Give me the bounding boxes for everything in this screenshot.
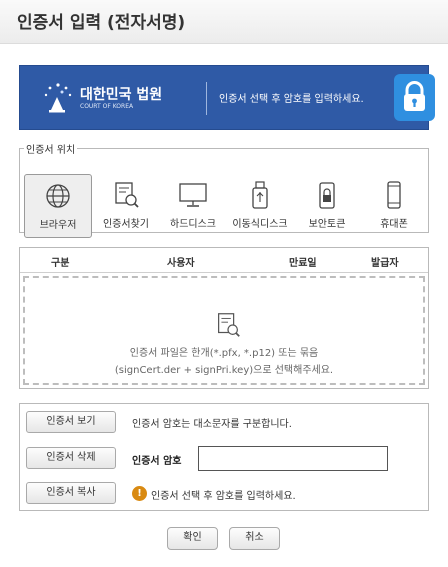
delete-certificate-button[interactable]: 인증서 삭제 [26,447,116,469]
monitor-icon [179,183,207,207]
copy-certificate-button[interactable]: 인증서 복사 [26,482,116,504]
certificate-search-icon [218,313,240,337]
column-header-user[interactable]: 사용자 [167,254,195,269]
location-removable-disk[interactable]: 이동식디스크 [226,174,294,238]
certificate-drop-zone[interactable]: 인증서 파일은 한개(*.pfx, *.p12) 또는 묶음 (signCert… [23,276,425,385]
window-title: 인증서 입력 (전자서명) [17,13,186,33]
lock-icon [394,74,435,121]
view-certificate-button[interactable]: 인증서 보기 [26,411,116,433]
certificate-list[interactable]: 구분 사용자 만료일 발급자 인증서 파일은 한개(*.pfx, *.p12) … [19,247,429,389]
column-header-expiry[interactable]: 만료일 [289,254,317,269]
ok-button[interactable]: 확인 [167,527,218,550]
password-label: 인증서 암호 [132,456,182,467]
mobile-phone-icon [387,181,401,209]
drop-hint-line2: (signCert.der + signPri.key)으로 선택해주세요. [114,365,334,376]
warning-icon: ! [132,486,147,501]
certificate-search-icon [115,182,139,208]
certificate-actions-panel: 인증서 보기 인증서 암호는 대소문자를 구분합니다. 인증서 삭제 인증서 암… [19,403,429,511]
case-sensitivity-note: 인증서 암호는 대소문자를 구분합니다. [132,419,292,430]
location-cert-search[interactable]: 인증서찾기 [92,174,160,238]
security-token-icon [319,182,335,209]
location-browser[interactable]: 브라우저 [24,174,92,238]
title-bar: 인증서 입력 (전자서명) [0,0,448,44]
court-banner: 대한민국 법원 COURT OF KOREA 인증서 선택 후 암호를 입력하세… [19,65,435,130]
court-name-english: COURT OF KOREA [80,103,134,110]
location-hard-disk[interactable]: 하드디스크 [159,174,227,238]
court-emblem-icon [44,83,72,113]
location-security-token[interactable]: 보안토큰 [293,174,361,238]
globe-icon [46,184,70,208]
location-label: 이동식디스크 [232,219,288,230]
usb-icon [252,181,268,209]
certificate-list-header: 구분 사용자 만료일 발급자 [20,248,428,273]
drop-hint-line1: 인증서 파일은 한개(*.pfx, *.p12) 또는 묶음 [129,348,319,359]
password-input[interactable] [198,446,388,471]
cancel-button[interactable]: 취소 [229,527,280,550]
location-label: 인증서찾기 [103,219,149,230]
location-label: 하드디스크 [170,219,216,230]
banner-divider [206,82,207,115]
location-label: 휴대폰 [380,219,408,230]
certificate-location-group: 인증서 위치 브라우저 인증서찾기 하드디스크 이동식디스크 보안토큰 휴대폰 [19,141,429,238]
court-name: 대한민국 법원 [80,87,163,103]
column-header-type[interactable]: 구분 [51,254,69,269]
warning-message: 인증서 선택 후 암호를 입력하세요. [151,491,296,502]
location-legend: 인증서 위치 [26,145,76,156]
column-header-issuer[interactable]: 발급자 [371,254,399,269]
location-label: 보안토큰 [308,219,346,230]
location-mobile-phone[interactable]: 휴대폰 [360,174,428,238]
location-label: 브라우저 [39,220,77,231]
banner-message: 인증서 선택 후 암호를 입력하세요. [219,94,364,105]
